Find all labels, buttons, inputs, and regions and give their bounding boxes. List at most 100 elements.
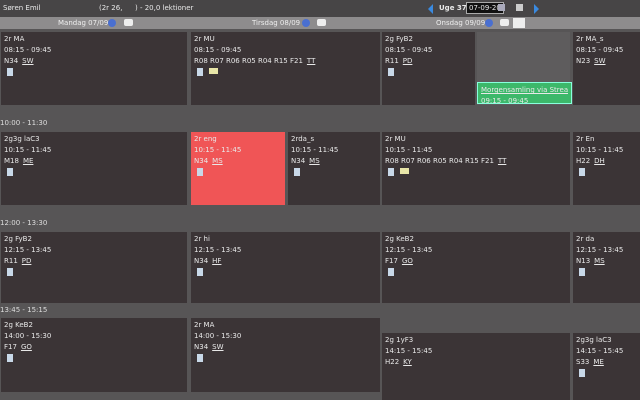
lesson-count: ) - 20,0 lektioner bbox=[135, 4, 194, 12]
comment-icon[interactable] bbox=[317, 19, 326, 26]
lesson-rooms: N13 bbox=[576, 257, 591, 265]
lesson-block[interactable]: 2r MA_s 08:15 - 09:45 N23 SW bbox=[573, 32, 640, 105]
teacher-link[interactable]: GO bbox=[402, 257, 413, 265]
lesson-block[interactable]: 2g KeB2 12:15 - 13:45 F17 GO bbox=[382, 232, 570, 303]
slot-label: 13:45 - 15:15 bbox=[0, 306, 48, 314]
teacher-link[interactable]: PD bbox=[22, 257, 32, 265]
lesson-time: 08:15 - 09:45 bbox=[576, 46, 624, 54]
lesson-rooms: N23 bbox=[576, 57, 591, 65]
homework-icon[interactable] bbox=[7, 68, 13, 76]
student-name: Søren Emil bbox=[3, 4, 41, 12]
comment-icon[interactable] bbox=[124, 19, 133, 26]
teacher-link[interactable]: MS bbox=[594, 257, 604, 265]
teacher-link[interactable]: ME bbox=[593, 358, 603, 366]
info-icon[interactable] bbox=[485, 19, 493, 27]
note-icon[interactable] bbox=[209, 68, 218, 74]
teacher-link[interactable]: SW bbox=[22, 57, 33, 65]
teacher-link[interactable]: SW bbox=[594, 57, 605, 65]
homework-icon[interactable] bbox=[197, 268, 203, 276]
lesson-block[interactable]: 2r En 10:15 - 11:45 H22 DH bbox=[573, 132, 640, 205]
lesson-time: 09:15 - 09:45 bbox=[481, 97, 529, 105]
lesson-block[interactable]: 2g 1yF3 14:15 - 15:45 H22 KY bbox=[382, 333, 570, 400]
lesson-block[interactable]: 2g FyB2 08:15 - 09:45 R11 PD bbox=[382, 32, 475, 105]
lesson-title: Morgensamling via Stream 9 bbox=[481, 86, 568, 94]
comment-icon[interactable] bbox=[500, 19, 509, 26]
lesson-rooms: R11 bbox=[385, 57, 399, 65]
day-header-bar: Mandag 07/09 Tirsdag 08/09 Onsdag 09/09 bbox=[0, 17, 640, 29]
teacher-link[interactable]: TT bbox=[307, 57, 315, 65]
lesson-rooms: H22 bbox=[385, 358, 400, 366]
teacher-link[interactable]: ME bbox=[23, 157, 33, 165]
lesson-block[interactable]: 2r MA 08:15 - 09:45 N34 SW bbox=[1, 32, 187, 105]
prev-week-icon[interactable] bbox=[428, 4, 433, 14]
info-icon[interactable] bbox=[108, 19, 116, 27]
homework-icon[interactable] bbox=[388, 268, 394, 276]
lesson-title: 2r hi bbox=[194, 235, 210, 243]
lesson-rooms: M18 bbox=[4, 157, 19, 165]
slot-label: 10:00 - 11:30 bbox=[0, 119, 48, 127]
grid-icon[interactable] bbox=[516, 4, 523, 11]
homework-icon[interactable] bbox=[579, 168, 585, 176]
day-monday[interactable]: Mandag 07/09 bbox=[58, 19, 108, 27]
lesson-time: 12:15 - 13:45 bbox=[4, 246, 52, 254]
lesson-block[interactable]: 2g3g laC3 14:15 - 15:45 S33 ME bbox=[573, 333, 640, 400]
homework-icon[interactable] bbox=[579, 268, 585, 276]
lesson-block[interactable]: 2r da 12:15 - 13:45 N13 MS bbox=[573, 232, 640, 303]
homework-icon[interactable] bbox=[7, 268, 13, 276]
teacher-link[interactable]: TT bbox=[498, 157, 506, 165]
teacher-link[interactable]: MS bbox=[212, 157, 222, 165]
teacher-link[interactable]: DH bbox=[594, 157, 605, 165]
lesson-rooms: F17 bbox=[4, 343, 17, 351]
teacher-link[interactable]: GO bbox=[21, 343, 32, 351]
lesson-block[interactable]: 2g3g laC3 10:15 - 11:45 M18 ME bbox=[1, 132, 187, 205]
lesson-rooms: N34 bbox=[4, 57, 19, 65]
teacher-link[interactable]: KY bbox=[403, 358, 412, 366]
lesson-title: 2g KeB2 bbox=[4, 321, 33, 329]
homework-icon[interactable] bbox=[579, 369, 585, 377]
lesson-time: 14:15 - 15:45 bbox=[385, 347, 433, 355]
homework-icon[interactable] bbox=[388, 168, 394, 176]
teacher-link[interactable]: HF bbox=[212, 257, 221, 265]
lesson-title: 2g FyB2 bbox=[385, 35, 413, 43]
lesson-time: 14:00 - 15:30 bbox=[4, 332, 52, 340]
lesson-block[interactable]: 2r MA 14:00 - 15:30 N34 SW bbox=[191, 318, 380, 392]
lesson-title: 2rda_s bbox=[291, 135, 315, 143]
homework-icon[interactable] bbox=[294, 168, 300, 176]
lesson-time: 12:15 - 13:45 bbox=[576, 246, 624, 254]
week-label: Uge 37 bbox=[439, 4, 467, 12]
lesson-title: 2r MA bbox=[194, 321, 215, 329]
lesson-time: 10:15 - 11:45 bbox=[576, 146, 624, 154]
lesson-block[interactable]: 2r MU 10:15 - 11:45 R08 R07 R06 R05 R04 R… bbox=[382, 132, 570, 205]
lesson-block[interactable]: 2rda_s 10:15 - 11:45 N34 MS bbox=[288, 132, 380, 205]
lesson-block[interactable]: 2g FyB2 12:15 - 13:45 R11 PD bbox=[1, 232, 187, 303]
lesson-title: 2g3g laC3 bbox=[576, 336, 612, 344]
teacher-link[interactable]: MS bbox=[309, 157, 319, 165]
homework-icon[interactable] bbox=[197, 68, 203, 76]
lesson-block[interactable]: 2r eng 10:15 - 11:45 N34 MS bbox=[191, 132, 285, 205]
lesson-rooms: R08 R07 R06 R05 R04 R15 F21 bbox=[385, 157, 494, 165]
homework-icon[interactable] bbox=[7, 168, 13, 176]
lesson-block[interactable]: Morgensamling via Stream 9 09:15 - 09:45 bbox=[477, 82, 572, 105]
lesson-rooms: R08 R07 R06 R05 R04 R15 F21 bbox=[194, 57, 303, 65]
lesson-title: 2g3g laC3 bbox=[4, 135, 40, 143]
homework-icon[interactable] bbox=[7, 354, 13, 362]
teacher-link[interactable]: PD bbox=[403, 57, 413, 65]
note-icon[interactable] bbox=[400, 168, 409, 174]
next-week-icon[interactable] bbox=[534, 4, 539, 14]
teacher-link[interactable]: SW bbox=[212, 343, 223, 351]
top-bar: Søren Emil (2r 26, ) - 20,0 lektioner Ug… bbox=[0, 0, 640, 17]
day-wednesday[interactable]: Onsdag 09/09 bbox=[436, 19, 485, 27]
lesson-block[interactable]: 2r MU 08:15 - 09:45 R08 R07 R06 R05 R04 R… bbox=[191, 32, 380, 105]
info-icon[interactable] bbox=[302, 19, 310, 27]
lesson-block[interactable]: 2g KeB2 14:00 - 15:30 F17 GO bbox=[1, 318, 187, 392]
homework-icon[interactable] bbox=[388, 68, 394, 76]
lesson-block[interactable]: 2r hi 12:15 - 13:45 N34 HF bbox=[191, 232, 380, 303]
lesson-rooms: S33 bbox=[576, 358, 590, 366]
lesson-time: 10:15 - 11:45 bbox=[4, 146, 52, 154]
columns-toggle-icon[interactable] bbox=[513, 18, 525, 28]
homework-icon[interactable] bbox=[197, 354, 203, 362]
lesson-time: 08:15 - 09:45 bbox=[4, 46, 52, 54]
homework-icon[interactable] bbox=[197, 168, 203, 176]
day-tuesday[interactable]: Tirsdag 08/09 bbox=[252, 19, 300, 27]
calendar-icon[interactable] bbox=[498, 4, 505, 11]
